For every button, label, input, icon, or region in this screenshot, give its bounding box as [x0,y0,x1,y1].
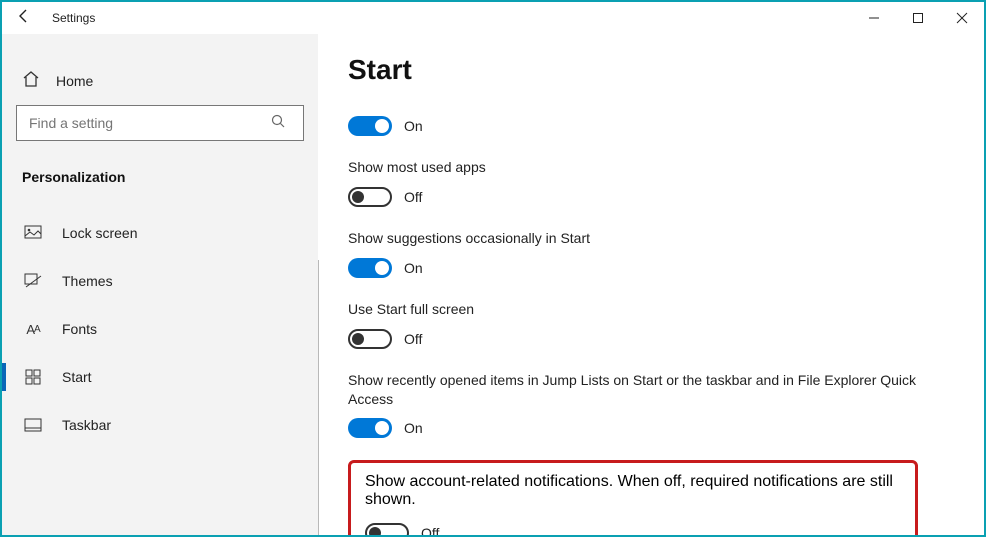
toggle-state: Off [404,331,422,347]
toggle-state: On [404,260,423,276]
toggle-state: Off [404,189,422,205]
setting-jump-lists: Show recently opened items in Jump Lists… [348,371,948,439]
minimize-button[interactable] [852,2,896,34]
content-area: Start On Show most used apps Off Show su… [318,34,984,535]
sidebar-item-start[interactable]: Start [2,353,318,401]
setting-full-screen: Use Start full screen Off [348,300,948,349]
settings-window: Settings Home Personal [0,0,986,537]
back-button[interactable] [2,8,46,29]
toggle-state: Off [421,525,439,535]
window-title: Settings [46,11,95,25]
sidebar-item-fonts[interactable]: AA Fonts [2,305,318,353]
sidebar-item-lock-screen[interactable]: Lock screen [2,209,318,257]
sidebar-item-themes[interactable]: Themes [2,257,318,305]
sidebar-item-taskbar[interactable]: Taskbar [2,401,318,449]
setting-show-more-tiles: On [348,116,948,136]
setting-label: Use Start full screen [348,300,948,319]
sidebar: Home Personalization Lock screen [2,34,318,535]
close-button[interactable] [940,2,984,34]
setting-label: Show recently opened items in Jump Lists… [348,371,948,409]
toggle-jump-lists[interactable] [348,418,392,438]
start-icon [22,369,44,385]
toggle-full-screen[interactable] [348,329,392,349]
setting-label: Show suggestions occasionally in Start [348,229,948,248]
search-input[interactable] [17,115,267,131]
setting-label: Show most used apps [348,158,948,177]
fonts-icon: AA [22,322,44,337]
search-box[interactable] [16,105,304,141]
titlebar: Settings [2,2,984,34]
highlighted-setting: Show account-related notifications. When… [348,460,918,535]
paint-icon [22,273,44,289]
page-heading: Start [348,54,964,86]
sidebar-category: Personalization [2,161,318,209]
setting-suggestions: Show suggestions occasionally in Start O… [348,229,948,278]
arrow-left-icon [16,8,32,24]
sidebar-item-label: Themes [62,273,113,289]
search-icon [267,114,289,133]
toggle-state: On [404,420,423,436]
sidebar-item-label: Lock screen [62,225,137,241]
sidebar-item-label: Fonts [62,321,97,337]
toggle-state: On [404,118,423,134]
toggle-suggestions[interactable] [348,258,392,278]
toggle-show-more-tiles[interactable] [348,116,392,136]
sidebar-item-label: Taskbar [62,417,111,433]
sidebar-home-label: Home [56,73,93,89]
home-icon [22,70,40,91]
maximize-button[interactable] [896,2,940,34]
setting-most-used-apps: Show most used apps Off [348,158,948,207]
sidebar-home[interactable]: Home [2,62,318,101]
toggle-account-notifications[interactable] [365,523,409,535]
window-controls [852,2,984,34]
vertical-divider [318,260,319,535]
toggle-most-used-apps[interactable] [348,187,392,207]
sidebar-nav: Lock screen Themes AA Fonts Start Taskba… [2,209,318,449]
sidebar-item-label: Start [62,369,92,385]
picture-icon [22,225,44,241]
setting-label: Show account-related notifications. When… [365,473,901,509]
taskbar-icon [22,418,44,432]
